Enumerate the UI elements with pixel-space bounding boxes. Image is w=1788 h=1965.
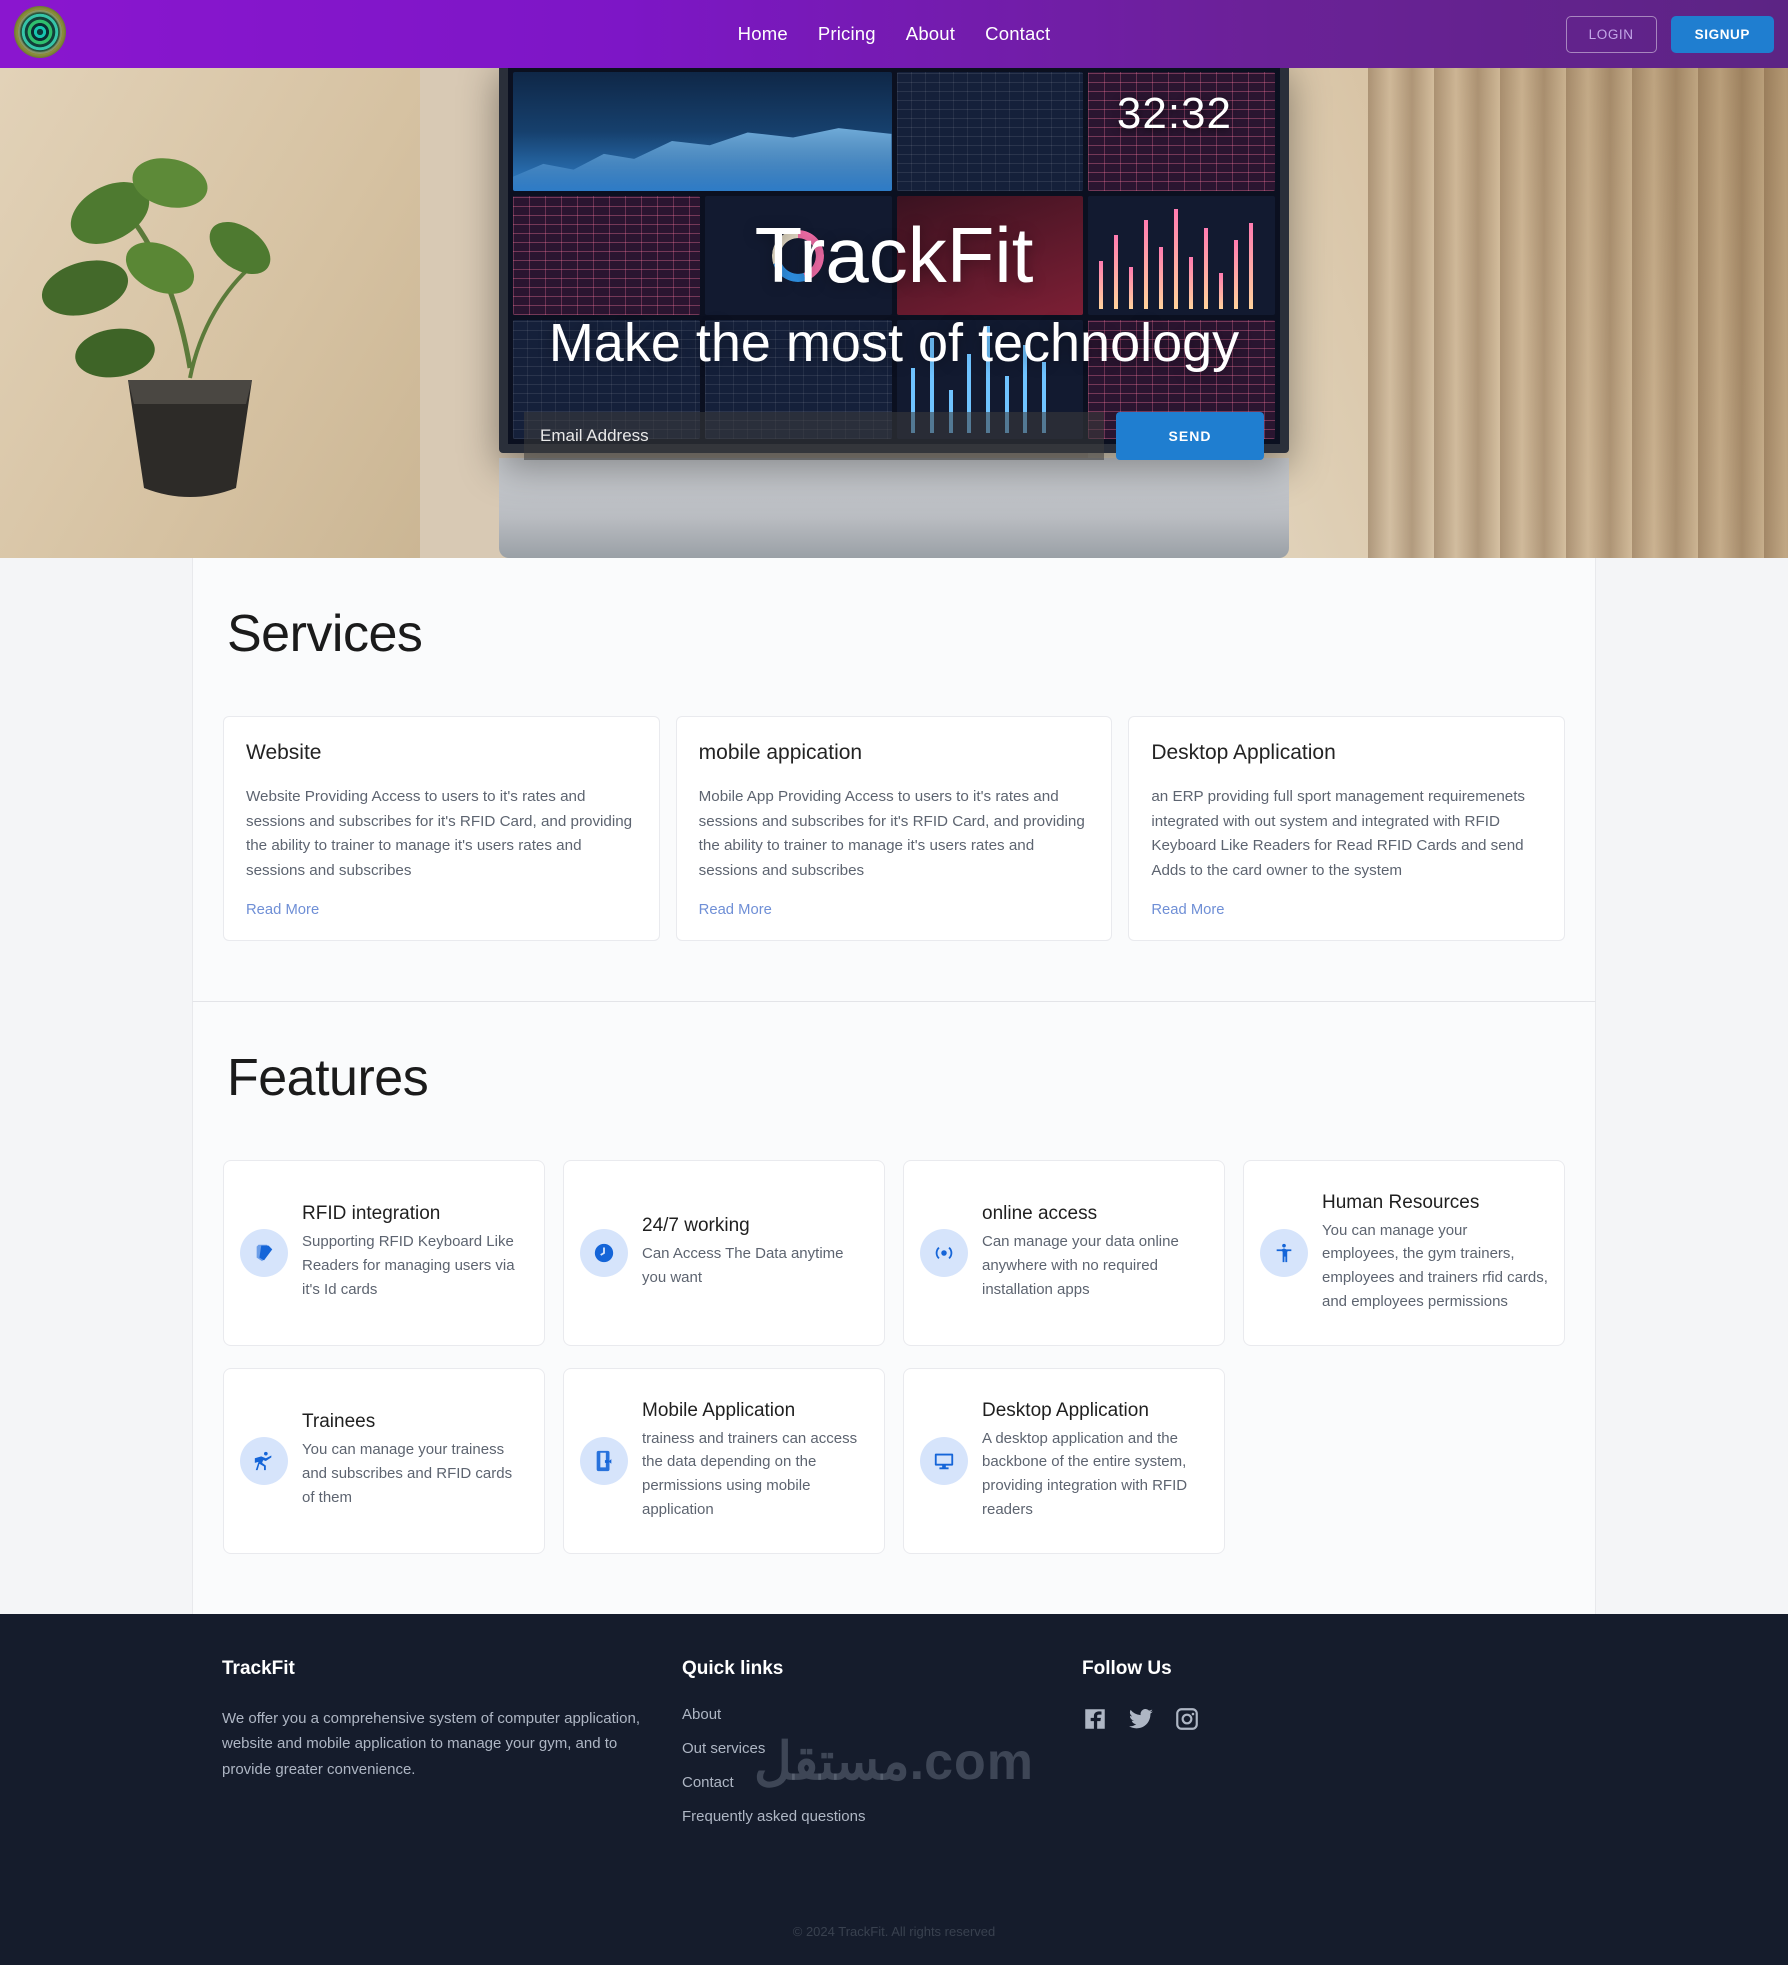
social-links xyxy=(1082,1706,1566,1732)
service-body: Website Providing Access to users to it'… xyxy=(246,788,633,879)
twitter-icon[interactable] xyxy=(1128,1706,1154,1732)
hero-subtitle: Make the most of technology xyxy=(548,313,1240,373)
features-section: Features RFID integration Supporting RFI… xyxy=(192,1000,1596,1614)
nav-link-about[interactable]: About xyxy=(906,23,955,45)
rfid-card-icon xyxy=(240,1228,288,1277)
nav-link-contact[interactable]: Contact xyxy=(985,23,1050,45)
feature-text: Trainees You can manage your trainess an… xyxy=(302,1411,528,1509)
send-button[interactable]: SEND xyxy=(1116,412,1264,460)
feature-body: You can manage your employees, the gym t… xyxy=(1322,1221,1548,1310)
monitor-icon xyxy=(920,1436,968,1485)
mobile-download-icon xyxy=(580,1436,628,1485)
footer-about-text: We offer you a comprehensive system of c… xyxy=(222,1709,640,1779)
nav-link-home[interactable]: Home xyxy=(738,23,788,45)
feature-card-rfid-integration[interactable]: RFID integration Supporting RFID Keyboar… xyxy=(223,1159,545,1346)
service-body: Mobile App Providing Access to users to … xyxy=(698,788,1085,879)
feature-card-online-access[interactable]: online access Can manage your data onlin… xyxy=(903,1159,1225,1346)
logo-ring xyxy=(18,10,62,54)
feature-title: Trainees xyxy=(302,1411,376,1433)
read-more-link[interactable]: Read More xyxy=(699,902,1090,918)
services-section: Services Website Website Providing Acces… xyxy=(192,558,1596,1001)
content-area: Services Website Website Providing Acces… xyxy=(0,558,1788,1614)
feature-card-247-working[interactable]: 24/7 working Can Access The Data anytime… xyxy=(563,1159,885,1346)
service-title: Desktop Application xyxy=(1151,741,1336,764)
feature-card-desktop-application[interactable]: Desktop Application A desktop applicatio… xyxy=(903,1367,1225,1554)
footer-link-our-services[interactable]: Out services xyxy=(682,1740,1082,1757)
feature-title: online access xyxy=(982,1203,1098,1225)
footer-follow-title: Follow Us xyxy=(1082,1657,1172,1679)
feature-body: Can manage your data online anywhere wit… xyxy=(982,1233,1179,1298)
services-title: Services xyxy=(227,605,423,663)
signup-button[interactable]: SIGNUP xyxy=(1670,15,1774,53)
nav-link-pricing[interactable]: Pricing xyxy=(818,23,876,45)
feature-card-trainees[interactable]: Trainees You can manage your trainess an… xyxy=(223,1367,545,1554)
footer-columns: TrackFit We offer you a comprehensive sy… xyxy=(192,1658,1596,1842)
features-grid: RFID integration Supporting RFID Keyboar… xyxy=(223,1159,1565,1554)
instagram-icon[interactable] xyxy=(1174,1706,1200,1732)
clock-icon xyxy=(580,1228,628,1277)
service-title: Website xyxy=(246,741,322,764)
facebook-icon[interactable] xyxy=(1082,1706,1108,1732)
feature-body: Can Access The Data anytime you want xyxy=(642,1245,844,1286)
footer-about-column: TrackFit We offer you a comprehensive sy… xyxy=(222,1658,682,1842)
footer-quick-links-column: Quick links About Out services Contact F… xyxy=(682,1658,1082,1842)
footer-quick-links-title: Quick links xyxy=(682,1657,784,1679)
hero-content: TrackFit Make the most of technology SEN… xyxy=(0,68,1788,558)
email-input[interactable] xyxy=(524,412,1104,460)
feature-text: RFID integration Supporting RFID Keyboar… xyxy=(302,1203,528,1301)
feature-card-human-resources[interactable]: Human Resources You can manage your empl… xyxy=(1243,1159,1565,1346)
service-title: mobile appication xyxy=(698,741,863,764)
hero-title: TrackFit xyxy=(754,211,1034,299)
feature-title: Human Resources xyxy=(1322,1191,1480,1213)
service-card-desktop[interactable]: Desktop Application an ERP providing ful… xyxy=(1128,716,1565,941)
primary-nav: Home Pricing About Contact xyxy=(738,23,1051,45)
trackfit-logo-icon[interactable] xyxy=(14,6,66,58)
nav-actions: LOGIN SIGNUP xyxy=(1565,15,1774,53)
footer-link-about[interactable]: About xyxy=(682,1706,1082,1723)
copyright-text: © 2024 TrackFit. All rights reserved xyxy=(792,1923,996,1939)
top-navbar: Home Pricing About Contact LOGIN SIGNUP xyxy=(0,0,1788,68)
feature-body: You can manage your trainess and subscri… xyxy=(302,1441,513,1506)
feature-title: Mobile Application xyxy=(642,1399,796,1421)
feature-title: RFID integration xyxy=(302,1203,441,1225)
feature-body: A desktop application and the backbone o… xyxy=(982,1429,1188,1518)
services-grid: Website Website Providing Access to user… xyxy=(223,716,1565,941)
feature-body: trainess and trainers can access the dat… xyxy=(642,1429,858,1518)
feature-text: online access Can manage your data onlin… xyxy=(982,1203,1208,1301)
features-title: Features xyxy=(227,1048,429,1107)
feature-text: Mobile Application trainess and trainers… xyxy=(642,1400,868,1522)
person-icon xyxy=(1260,1228,1308,1277)
feature-text: Human Resources You can manage your empl… xyxy=(1322,1192,1548,1314)
read-more-link[interactable]: Read More xyxy=(1151,902,1542,918)
feature-text: 24/7 working Can Access The Data anytime… xyxy=(642,1215,868,1289)
service-card-website[interactable]: Website Website Providing Access to user… xyxy=(223,716,660,941)
feature-text: Desktop Application A desktop applicatio… xyxy=(982,1400,1208,1522)
feature-card-mobile-application[interactable]: Mobile Application trainess and trainers… xyxy=(563,1367,885,1554)
newsletter-form: SEND xyxy=(524,412,1264,460)
service-card-mobile[interactable]: mobile appication Mobile App Providing A… xyxy=(675,716,1113,941)
footer-link-faq[interactable]: Frequently asked questions xyxy=(682,1808,1082,1825)
read-more-link[interactable]: Read More xyxy=(246,902,637,918)
feature-title: 24/7 working xyxy=(642,1215,750,1237)
athlete-icon xyxy=(240,1436,288,1485)
site-footer: TrackFit We offer you a comprehensive sy… xyxy=(0,1613,1788,1965)
service-body: an ERP providing full sport management r… xyxy=(1151,788,1526,879)
broadcast-icon xyxy=(920,1228,968,1277)
hero-section: 32:32 TrackFit Make the most of technolo… xyxy=(0,68,1788,558)
feature-body: Supporting RFID Keyboard Like Readers fo… xyxy=(302,1233,515,1298)
footer-brand: TrackFit xyxy=(222,1657,295,1679)
feature-title: Desktop Application xyxy=(982,1399,1149,1421)
login-button[interactable]: LOGIN xyxy=(1565,15,1657,53)
footer-social-column: Follow Us xyxy=(1082,1658,1566,1842)
footer-link-contact[interactable]: Contact xyxy=(682,1774,1082,1791)
